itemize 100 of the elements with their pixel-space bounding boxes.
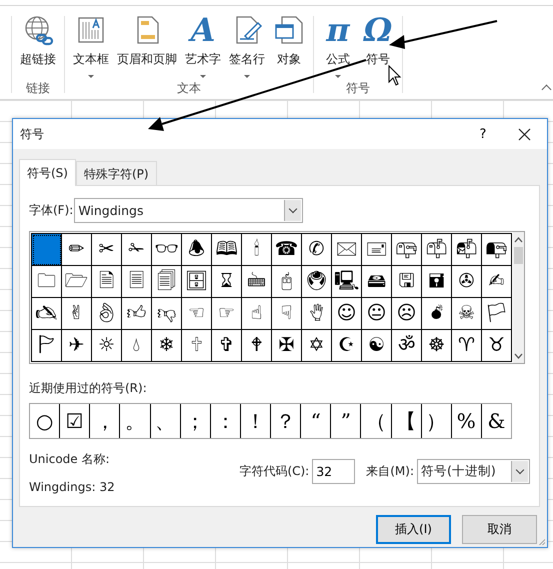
symbol-cell[interactable]: ✌: [62, 298, 92, 330]
symbol-cell[interactable]: ☝: [242, 298, 272, 330]
symbol-cell[interactable]: 🕯: [242, 234, 272, 266]
ribbon-button[interactable]: A 艺术字: [183, 10, 223, 81]
symbol-cell[interactable]: 📪: [392, 234, 422, 266]
symbol-cell[interactable]: ✇: [452, 266, 482, 298]
symbol-cell[interactable]: 。: [120, 404, 150, 438]
symbol-cell[interactable]: 🖬: [422, 266, 452, 298]
symbol-cell[interactable]: 🗀: [32, 266, 62, 298]
symbol-cell[interactable]: （: [361, 404, 392, 438]
ribbon-button[interactable]: 文本框: [71, 10, 111, 81]
symbol-cell[interactable]: ✞: [212, 330, 242, 362]
ribbon-button[interactable]: 对象: [271, 10, 307, 81]
ribbon-button[interactable]: 签名行: [227, 10, 267, 81]
symbol-cell[interactable]: 👌: [92, 298, 122, 330]
symbol-cell[interactable]: 🏱: [32, 330, 62, 362]
symbol-cell[interactable]: ☑: [60, 404, 90, 438]
symbol-cell[interactable]: ☺: [332, 298, 362, 330]
ribbon-button[interactable]: 页眉和页脚: [115, 10, 179, 81]
symbol-cell[interactable]: ☸: [422, 330, 452, 362]
symbol-cell[interactable]: ：: [210, 404, 241, 438]
symbol-cell[interactable]: ✆: [302, 234, 332, 266]
symbol-cell[interactable]: ♈: [452, 330, 482, 362]
dialog-button[interactable]: 插入(I): [376, 515, 451, 544]
symbol-cell[interactable]: ✍: [482, 266, 512, 298]
symbol-cell[interactable]: ✏: [62, 234, 92, 266]
symbol-cell[interactable]: ☟: [272, 298, 302, 330]
symbol-cell[interactable]: 🖃: [362, 234, 392, 266]
symbol-cell[interactable]: 🖐: [302, 298, 332, 330]
symbol-cell[interactable]: 🖂: [332, 234, 362, 266]
symbol-cell[interactable]: ）: [422, 404, 452, 438]
code-field[interactable]: 32: [312, 459, 356, 484]
symbol-cell[interactable]: “: [301, 404, 332, 438]
symbol-cell[interactable]: ，: [90, 404, 120, 438]
ribbon-button[interactable]: π 公式: [320, 10, 356, 81]
symbol-cell[interactable]: ✈: [62, 330, 92, 362]
symbol-cell[interactable]: ”: [331, 404, 362, 438]
ribbon-button[interactable]: Ω 符号: [360, 10, 396, 81]
symbol-cell[interactable]: 🖫: [392, 266, 422, 298]
symbol-cell[interactable]: ❄: [152, 330, 182, 362]
symbol-cell[interactable]: 🏳: [482, 298, 512, 330]
symbol-cell[interactable]: 📭: [482, 234, 512, 266]
symbol-cell[interactable]: ✠: [272, 330, 302, 362]
symbol-cell[interactable]: 🗁: [62, 266, 92, 298]
symbol-cell[interactable]: ॐ: [392, 330, 422, 362]
symbol-cell[interactable]: 💣: [422, 298, 452, 330]
symbol-cell[interactable]: ☠: [452, 298, 482, 330]
tab[interactable]: 符号(S): [19, 159, 76, 186]
symbol-cell[interactable]: 【: [392, 404, 422, 438]
symbol-cell[interactable]: ✂: [92, 234, 122, 266]
symbol-cell[interactable]: 🗐: [152, 266, 182, 298]
symbol-cell[interactable]: 📬: [452, 234, 482, 266]
ribbon-button[interactable]: 超链接: [18, 10, 58, 81]
symbol-cell[interactable]: 🖲: [302, 266, 332, 298]
symbol-cell[interactable]: 🕆: [182, 330, 212, 362]
symbol-cell[interactable]: ☼: [92, 330, 122, 362]
symbol-cell[interactable]: 💧: [122, 330, 152, 362]
scroll-thumb[interactable]: [514, 247, 523, 264]
symbol-cell[interactable]: 🗄: [182, 266, 212, 298]
symbol-cell[interactable]: ！: [240, 404, 271, 438]
symbol-cell[interactable]: ✁: [122, 234, 152, 266]
symbol-cell[interactable]: 🗏: [122, 266, 152, 298]
help-button[interactable]: ?: [465, 121, 501, 147]
symbol-cell[interactable]: ☹: [392, 298, 422, 330]
symbol-cell[interactable]: 🖎: [32, 298, 62, 330]
symbol-cell[interactable]: ○: [30, 404, 60, 438]
symbol-cell[interactable]: 、: [150, 404, 181, 438]
symbol-cell[interactable]: &: [482, 404, 511, 438]
symbol-cell[interactable]: ☪: [332, 330, 362, 362]
symbol-cell[interactable]: 🖮: [242, 266, 272, 298]
symbol-cell[interactable]: %: [452, 404, 482, 438]
symbol-cell[interactable]: 😐: [362, 298, 392, 330]
symbol-cell[interactable]: ⌛: [212, 266, 242, 298]
symbol-cell[interactable]: 🖴: [362, 266, 392, 298]
tab[interactable]: 特殊字符(P): [76, 161, 157, 185]
symbol-cell[interactable]: ☜: [182, 298, 212, 330]
symbol-cell[interactable]: 🖰: [272, 266, 302, 298]
symbol-cell[interactable]: 🖳: [332, 266, 362, 298]
symbol-cell[interactable]: 🕭: [182, 234, 212, 266]
symbol-cell[interactable]: 👓: [152, 234, 182, 266]
symbol-cell[interactable]: ♉: [482, 330, 512, 362]
from-dropdown[interactable]: 符号(十进制): [417, 459, 530, 484]
symbol-cell[interactable]: 🕮: [212, 234, 242, 266]
symbol-cell[interactable]: 📫: [422, 234, 452, 266]
symbol-cell[interactable]: ☎: [272, 234, 302, 266]
resize-grip-icon[interactable]: [537, 537, 545, 545]
symbol-cell[interactable]: ☞: [212, 298, 242, 330]
symbol-cell[interactable]: 👍: [122, 298, 152, 330]
symbol-cell[interactable]: 🗎: [92, 266, 122, 298]
symbol-cell[interactable]: 👎: [152, 298, 182, 330]
font-dropdown[interactable]: Wingdings: [74, 198, 304, 223]
unicode-name: Wingdings: 32: [29, 480, 115, 494]
symbol-cell[interactable]: ；: [180, 404, 211, 438]
scrollbar[interactable]: [513, 232, 524, 363]
symbol-cell[interactable]: 🕈: [242, 330, 272, 362]
dialog-button[interactable]: 取消: [462, 515, 537, 544]
symbol-cell[interactable]: ☯: [362, 330, 392, 362]
symbol-cell[interactable]: ？: [271, 404, 302, 438]
symbol-cell[interactable]: [32, 234, 62, 266]
symbol-cell[interactable]: ✡: [302, 330, 332, 362]
